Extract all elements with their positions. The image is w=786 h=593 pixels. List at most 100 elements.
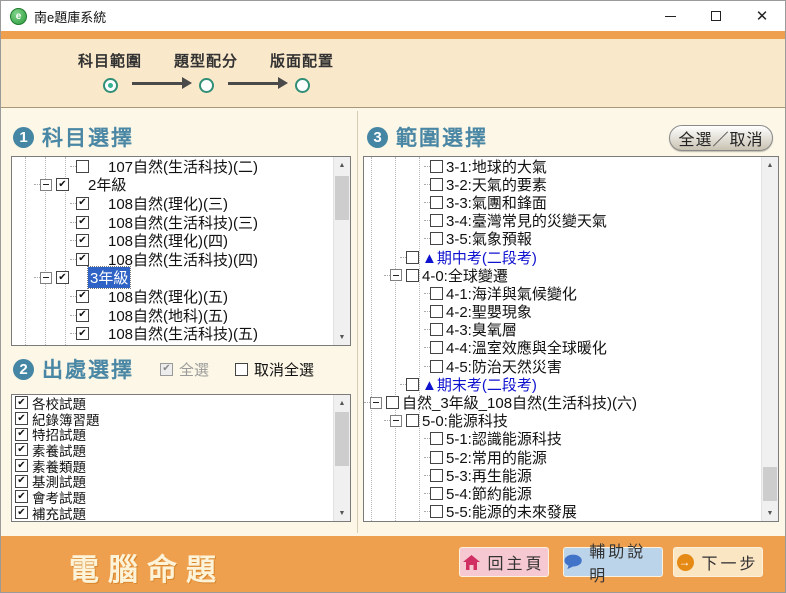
list-checkbox[interactable]: ✔	[15, 443, 28, 456]
tree-item[interactable]: ✔3年級	[12, 269, 333, 288]
tree-item[interactable]: 5-2:常用的能源	[364, 448, 761, 466]
tree-checkbox[interactable]	[406, 251, 419, 264]
tree-checkbox[interactable]	[430, 196, 443, 209]
list-checkbox[interactable]: ✔	[15, 459, 28, 472]
scrollbar-thumb[interactable]	[763, 467, 777, 501]
scroll-down-icon[interactable]: ▼	[762, 505, 778, 521]
expand-toggle-icon[interactable]	[40, 272, 52, 284]
checkbox-empty-icon[interactable]	[235, 363, 248, 376]
tree-checkbox[interactable]	[406, 269, 419, 282]
source-list-scrollbar[interactable]: ▲ ▼	[333, 395, 350, 521]
tree-checkbox[interactable]	[430, 432, 443, 445]
tree-item[interactable]: 4-1:海洋與氣候變化	[364, 284, 761, 302]
tree-item[interactable]: ✔108自然(生活科技)(三)	[12, 213, 333, 232]
tree-item[interactable]: 5-5:能源的未來發展	[364, 503, 761, 521]
tree-item[interactable]: 5-0:能源科技	[364, 412, 761, 430]
tree-checkbox[interactable]	[430, 160, 443, 173]
tree-item[interactable]: 4-0:全球變遷	[364, 266, 761, 284]
tree-item[interactable]: 3-1:地球的大氣	[364, 157, 761, 175]
scroll-down-icon[interactable]: ▼	[334, 505, 350, 521]
scroll-up-icon[interactable]: ▲	[334, 157, 350, 173]
tree-checkbox[interactable]	[76, 160, 89, 173]
list-checkbox[interactable]: ✔	[15, 396, 28, 409]
list-checkbox[interactable]: ✔	[15, 475, 28, 488]
tree-item[interactable]: 5-1:認識能源科技	[364, 430, 761, 448]
tree-item[interactable]: 4-5:防治天然災害	[364, 357, 761, 375]
tree-checkbox[interactable]	[406, 414, 419, 427]
tree-item[interactable]: ✔ 108自然(生活科技)(四)	[12, 250, 333, 269]
list-checkbox[interactable]: ✔	[15, 428, 28, 441]
checkbox-checked-icon[interactable]: ✔	[160, 363, 173, 376]
tree-item[interactable]: 4-3:臭氧層	[364, 321, 761, 339]
list-item[interactable]: ✔ 補充試題	[12, 505, 333, 521]
tree-checkbox[interactable]	[430, 505, 443, 518]
select-all-checkbox[interactable]: ✔ 全選	[160, 359, 209, 380]
expand-toggle-icon[interactable]	[370, 397, 382, 409]
tree-item[interactable]: 3-4:臺灣常見的災變天氣	[364, 212, 761, 230]
close-button[interactable]: ✕	[739, 1, 785, 31]
tree-item[interactable]: ✔108自然(理化)(四)	[12, 231, 333, 250]
tree-item-label[interactable]: 5-5:能源的未來發展	[446, 501, 577, 521]
tree-checkbox[interactable]	[430, 287, 443, 300]
tree-item[interactable]: ▲期末考(二段考)	[364, 375, 761, 393]
tree-item[interactable]: ▲期中考(二段考)	[364, 248, 761, 266]
tree-item[interactable]: 3-2:天氣的要素	[364, 175, 761, 193]
tree-item[interactable]: ✔2年級	[12, 176, 333, 195]
tree-item[interactable]: ✔108自然(理化)(三)	[12, 194, 333, 213]
scrollbar-thumb[interactable]	[335, 412, 349, 466]
tree-checkbox[interactable]	[430, 487, 443, 500]
list-checkbox[interactable]: ✔	[15, 490, 28, 503]
tree-checkbox[interactable]: ✔	[76, 327, 89, 340]
tree-item-label[interactable]: 108自然(理化)(六)	[108, 342, 228, 345]
scroll-up-icon[interactable]: ▲	[334, 395, 350, 411]
scroll-up-icon[interactable]: ▲	[762, 157, 778, 173]
tree-checkbox[interactable]	[406, 378, 419, 391]
tree-checkbox[interactable]	[430, 214, 443, 227]
tree-item[interactable]: ✔108自然(生活科技)(五)	[12, 324, 333, 343]
expand-toggle-icon[interactable]	[390, 269, 402, 281]
tree-item[interactable]: ✔108自然(地科)(五)	[12, 306, 333, 325]
tree-checkbox[interactable]	[386, 396, 399, 409]
tree-checkbox[interactable]	[430, 232, 443, 245]
select-all-toggle-button[interactable]: 全選／取消	[669, 125, 773, 151]
tree-item[interactable]: ✔108自然(理化)(五)	[12, 287, 333, 306]
expand-toggle-icon[interactable]	[40, 179, 52, 191]
deselect-all-checkbox[interactable]: 取消全選	[235, 359, 314, 380]
home-button[interactable]: 回主頁	[459, 547, 549, 577]
list-checkbox[interactable]: ✔	[15, 506, 28, 519]
tree-checkbox[interactable]	[430, 469, 443, 482]
tree-item[interactable]: 4-4:溫室效應與全球暖化	[364, 339, 761, 357]
minimize-button[interactable]	[647, 1, 693, 31]
tree-item[interactable]: 3-3:氣團和鋒面	[364, 193, 761, 211]
tree-checkbox[interactable]	[430, 305, 443, 318]
tree-checkbox[interactable]	[430, 341, 443, 354]
tree-item[interactable]: 3-5:氣象預報	[364, 230, 761, 248]
tree-checkbox[interactable]	[430, 323, 443, 336]
tree-checkbox[interactable]	[430, 451, 443, 464]
tree-item[interactable]: 4-2:聖嬰現象	[364, 303, 761, 321]
scroll-down-icon[interactable]: ▼	[334, 329, 350, 345]
tree-item[interactable]: 自然_3年級_108自然(生活科技)(六)	[364, 393, 761, 411]
expand-toggle-icon[interactable]	[390, 415, 402, 427]
tree-checkbox[interactable]	[430, 178, 443, 191]
tree-item[interactable]: 5-4:節約能源	[364, 484, 761, 502]
tree-checkbox[interactable]: ✔	[56, 271, 69, 284]
help-button[interactable]: 輔助說明	[563, 547, 663, 577]
tree-checkbox[interactable]: ✔	[76, 253, 89, 266]
maximize-button[interactable]	[693, 1, 739, 31]
tree-item-label[interactable]: 108自然(生活科技)(四)	[108, 249, 258, 270]
tree-checkbox[interactable]: ✔	[76, 290, 89, 303]
tree-checkbox[interactable]: ✔	[76, 216, 89, 229]
tree-checkbox[interactable]: ✔	[76, 197, 89, 210]
scope-tree-scrollbar[interactable]: ▲ ▼	[761, 157, 778, 521]
list-item-label[interactable]: 補充試題	[32, 503, 86, 521]
tree-checkbox[interactable]: ✔	[76, 309, 89, 322]
tree-checkbox[interactable]: ✔	[56, 178, 69, 191]
tree-checkbox[interactable]: ✔	[76, 234, 89, 247]
tree-item-label[interactable]: 107自然(生活科技)(二)	[108, 157, 258, 177]
next-step-button[interactable]: → 下一步	[673, 547, 763, 577]
scrollbar-thumb[interactable]	[335, 176, 349, 220]
tree-item[interactable]: 107自然(生活科技)(二)	[12, 157, 333, 176]
tree-item[interactable]: ✔108自然(理化)(六)	[12, 343, 333, 345]
subject-tree-scrollbar[interactable]: ▲ ▼	[333, 157, 350, 345]
